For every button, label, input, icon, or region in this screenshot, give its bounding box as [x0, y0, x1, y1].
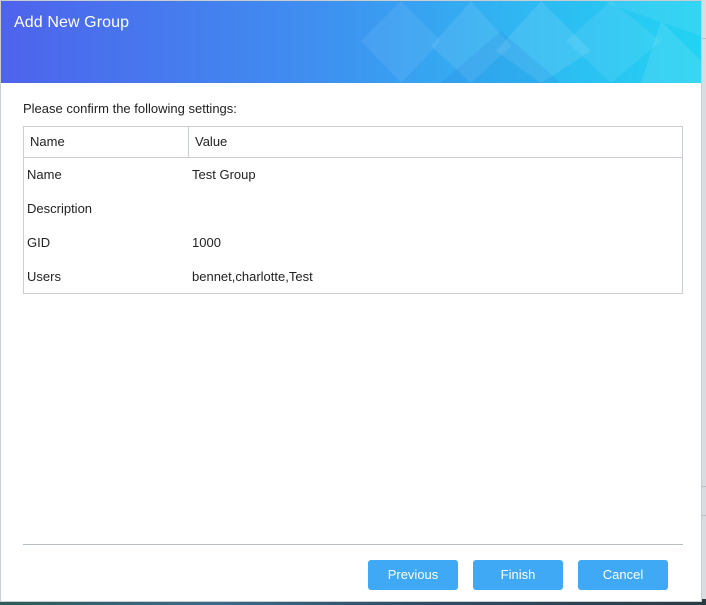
- confirm-prompt: Please confirm the following settings:: [23, 101, 237, 116]
- row-name: GID: [27, 235, 51, 250]
- table-header: Name Value: [24, 127, 682, 158]
- footer-divider: [23, 544, 683, 545]
- table-row: Users bennet,charlotte,Test: [24, 260, 682, 294]
- finish-button[interactable]: Finish: [473, 560, 563, 590]
- row-value: Test Group: [192, 167, 256, 182]
- settings-table: Name Value Name Test Group Description G…: [23, 126, 683, 294]
- column-header-value[interactable]: Value: [195, 127, 227, 157]
- row-value: 1000: [192, 235, 221, 250]
- add-group-dialog: Add New Group Please confirm the followi…: [0, 0, 702, 602]
- previous-button[interactable]: Previous: [368, 560, 458, 590]
- column-header-name[interactable]: Name: [30, 127, 65, 157]
- table-row: GID 1000: [24, 226, 682, 260]
- dialog-header: Add New Group: [1, 1, 701, 83]
- row-name: Description: [27, 201, 93, 216]
- dialog-title: Add New Group: [14, 14, 130, 31]
- cancel-button[interactable]: Cancel: [578, 560, 668, 590]
- row-name: Users: [27, 269, 61, 284]
- table-row: Description: [24, 192, 682, 226]
- column-divider[interactable]: [188, 127, 189, 157]
- table-row: Name Test Group: [24, 158, 682, 192]
- row-name: Name: [27, 167, 62, 182]
- row-value: bennet,charlotte,Test: [192, 269, 313, 284]
